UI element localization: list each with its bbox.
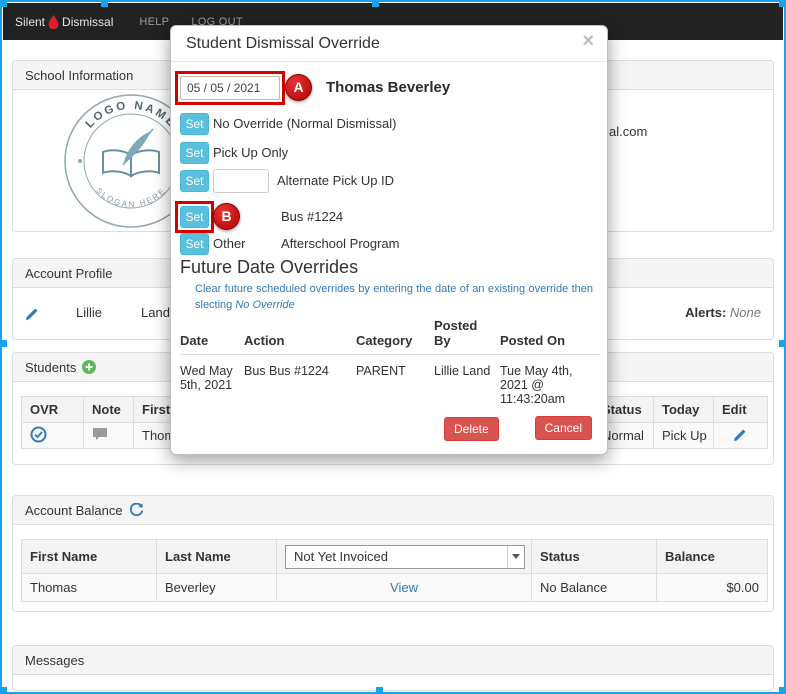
school-contact-text-fragment: al.com — [609, 124, 647, 139]
account-balance-panel: Account Balance First Name Last Name Not… — [12, 495, 774, 612]
close-icon[interactable]: × — [582, 31, 594, 51]
chevron-down-icon — [507, 546, 524, 568]
balance-last-name: Beverley — [157, 574, 277, 602]
brand-text-right: Dismissal — [62, 15, 113, 29]
alternate-pickup-id-input[interactable] — [213, 169, 269, 193]
col-date: Date — [180, 316, 244, 355]
col-today: Today — [654, 397, 714, 423]
override-row: Wed May 5th, 2021 Bus Bus #1224 PARENT L… — [180, 355, 600, 407]
other-label: Other — [213, 233, 246, 255]
profile-last-name: Land — [141, 305, 170, 320]
set-pickup-only-button[interactable]: Set — [180, 142, 209, 164]
invoice-filter-select[interactable]: Not Yet Invoiced — [285, 545, 525, 569]
set-other-button[interactable]: Set — [180, 233, 209, 255]
override-posted-on: Tue May 4th, 2021 @ 11:43:20am — [500, 355, 600, 407]
add-student-plus-icon[interactable] — [82, 360, 96, 374]
override-posted-by: Lillie Land — [434, 355, 500, 407]
col-posted-on: Posted On — [500, 316, 600, 355]
override-action: Bus Bus #1224 — [244, 355, 356, 407]
cancel-button[interactable]: Cancel — [535, 416, 592, 440]
override-status-icon[interactable] — [30, 426, 47, 443]
future-note-no-override: No Override — [235, 299, 294, 311]
future-overrides-note: Clear future scheduled overrides by ente… — [195, 282, 593, 313]
brand-logo[interactable]: Silent Dismissal — [15, 15, 113, 29]
students-title: Students — [25, 360, 76, 375]
view-invoices-link[interactable]: View — [390, 580, 418, 595]
other-value-label: Afterschool Program — [281, 233, 400, 255]
balance-status: No Balance — [532, 574, 657, 602]
annotation-circle-a: A — [285, 74, 312, 101]
annotation-circle-b: B — [213, 203, 240, 230]
selection-handle[interactable] — [779, 340, 786, 347]
account-balance-header: Account Balance — [13, 496, 773, 525]
account-balance-body: First Name Last Name Not Yet Invoiced St… — [13, 525, 773, 602]
selection-handle[interactable] — [779, 0, 786, 7]
edit-profile-pencil-icon[interactable] — [25, 306, 40, 321]
col-note: Note — [84, 397, 134, 423]
invoice-filter-value: Not Yet Invoiced — [294, 549, 388, 564]
selection-handle[interactable] — [779, 687, 786, 694]
balance-first-name: Thomas — [22, 574, 157, 602]
selection-handle[interactable] — [0, 687, 7, 694]
future-date-overrides-heading: Future Date Overrides — [180, 257, 358, 278]
col-ovr: OVR — [22, 397, 84, 423]
future-overrides-table: Date Action Category Posted By Posted On… — [180, 316, 600, 406]
col-posted-by: Posted By — [434, 316, 500, 355]
account-profile-title: Account Profile — [25, 266, 112, 281]
messages-panel: Messages — [12, 645, 774, 691]
alerts-status: Alerts: None — [685, 305, 761, 320]
selection-handle[interactable] — [0, 340, 7, 347]
student-today: Pick Up — [654, 423, 714, 449]
bus-label: Bus #1224 — [281, 206, 343, 228]
profile-first-name: Lillie — [76, 305, 102, 320]
selection-handle[interactable] — [372, 0, 379, 7]
balance-table-header-row: First Name Last Name Not Yet Invoiced St… — [22, 540, 768, 574]
account-balance-title: Account Balance — [25, 503, 123, 518]
note-comment-icon[interactable] — [92, 427, 108, 441]
selection-handle[interactable] — [101, 0, 108, 7]
school-information-title: School Information — [25, 68, 133, 83]
edit-student-pencil-icon[interactable] — [733, 427, 748, 442]
override-date-input[interactable]: 05 / 05 / 2021 — [180, 76, 280, 100]
col-edit: Edit — [714, 397, 768, 423]
selection-handle[interactable] — [376, 687, 383, 694]
no-override-label: No Override (Normal Dismissal) — [213, 113, 396, 135]
col-bal-status: Status — [532, 540, 657, 574]
col-category: Category — [356, 316, 434, 355]
modal-header-divider — [171, 61, 607, 62]
col-bal-balance: Balance — [657, 540, 768, 574]
modal-title: Student Dismissal Override — [186, 35, 380, 53]
override-date: Wed May 5th, 2021 — [180, 355, 244, 407]
alerts-value: None — [730, 305, 761, 320]
alt-pickup-label: Alternate Pick Up ID — [277, 170, 394, 192]
pickup-only-label: Pick Up Only — [213, 142, 288, 164]
col-action: Action — [244, 316, 356, 355]
delete-override-button[interactable]: Delete — [444, 417, 499, 441]
messages-title: Messages — [25, 653, 84, 668]
messages-header: Messages — [13, 646, 773, 675]
water-drop-icon — [48, 15, 59, 29]
overrides-header-row: Date Action Category Posted By Posted On — [180, 316, 600, 355]
screenshot-stage: Silent Dismissal HELP LOG OUT School Inf… — [0, 0, 786, 694]
brand-text-left: Silent — [15, 15, 45, 29]
set-alt-pickup-button[interactable]: Set — [180, 170, 209, 192]
refresh-icon[interactable] — [129, 503, 144, 518]
set-no-override-button[interactable]: Set — [180, 113, 209, 135]
nav-help-link[interactable]: HELP — [139, 16, 169, 28]
selection-handle[interactable] — [0, 0, 7, 7]
set-bus-button[interactable]: Set — [180, 206, 209, 228]
balance-row: Thomas Beverley View No Balance $0.00 — [22, 574, 768, 602]
account-balance-table: First Name Last Name Not Yet Invoiced St… — [21, 539, 768, 602]
modal-student-name: Thomas Beverley — [326, 79, 450, 96]
messages-body — [13, 675, 773, 691]
override-category: PARENT — [356, 355, 434, 407]
balance-amount: $0.00 — [657, 574, 768, 602]
student-dismissal-override-modal: Student Dismissal Override × 05 / 05 / 2… — [170, 25, 608, 455]
alerts-label: Alerts: — [685, 305, 726, 320]
col-bal-first-name: First Name — [22, 540, 157, 574]
col-bal-last-name: Last Name — [157, 540, 277, 574]
